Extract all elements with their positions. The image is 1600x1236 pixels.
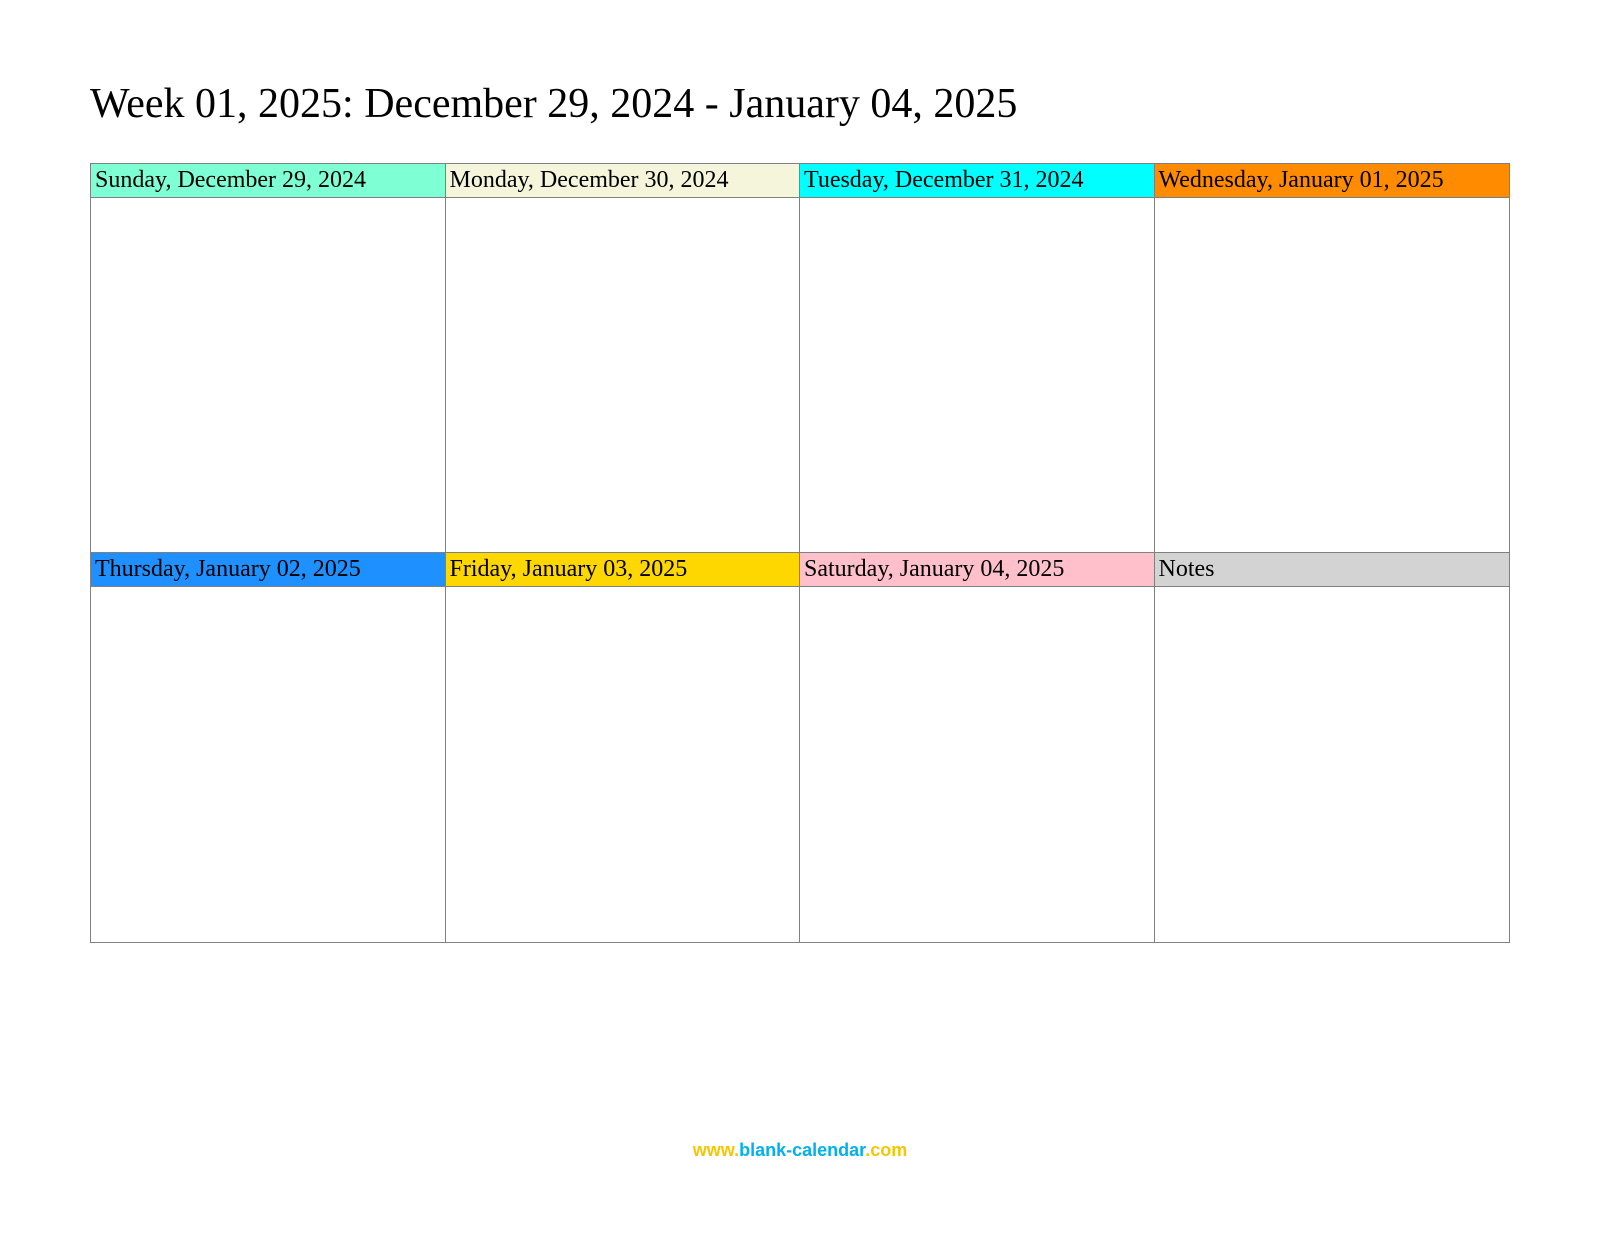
footer-url-part-www: www. (693, 1140, 739, 1160)
day-body-sunday (91, 198, 446, 553)
day-header-tuesday: Tuesday, December 31, 2024 (800, 164, 1155, 198)
footer-url-part-domain: blank-calendar (739, 1140, 865, 1160)
calendar-grid: Sunday, December 29, 2024 Monday, Decemb… (90, 163, 1510, 943)
day-body-monday (446, 198, 801, 553)
day-header-sunday: Sunday, December 29, 2024 (91, 164, 446, 198)
day-body-notes (1155, 587, 1510, 942)
footer-url: www.blank-calendar.com (693, 1140, 907, 1161)
day-header-saturday: Saturday, January 04, 2025 (800, 553, 1155, 587)
day-body-tuesday (800, 198, 1155, 553)
day-header-notes: Notes (1155, 553, 1510, 587)
day-header-monday: Monday, December 30, 2024 (446, 164, 801, 198)
day-header-wednesday: Wednesday, January 01, 2025 (1155, 164, 1510, 198)
page-title: Week 01, 2025: December 29, 2024 - Janua… (90, 80, 1510, 128)
day-header-friday: Friday, January 03, 2025 (446, 553, 801, 587)
day-body-friday (446, 587, 801, 942)
day-body-wednesday (1155, 198, 1510, 553)
day-body-saturday (800, 587, 1155, 942)
day-header-thursday: Thursday, January 02, 2025 (91, 553, 446, 587)
day-body-thursday (91, 587, 446, 942)
footer-url-part-tld: .com (865, 1140, 907, 1160)
